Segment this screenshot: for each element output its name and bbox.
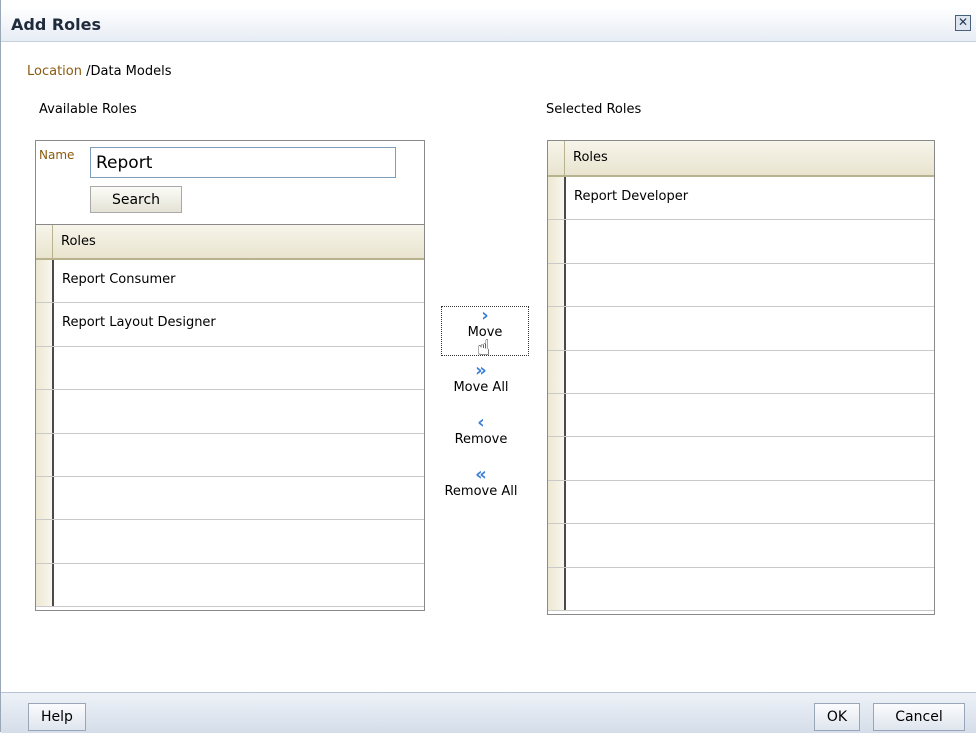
role-name-cell <box>54 520 62 562</box>
role-name-cell <box>54 390 62 432</box>
table-row[interactable] <box>548 393 934 438</box>
row-selector[interactable] <box>548 350 566 393</box>
row-selector[interactable] <box>36 476 54 520</box>
name-label: Name <box>39 148 75 162</box>
roles-column-header[interactable]: Roles <box>53 225 96 258</box>
row-selector[interactable] <box>36 260 54 303</box>
row-selector[interactable] <box>548 220 566 263</box>
move-all-button[interactable]: » Move All <box>433 360 529 396</box>
table-row[interactable]: Report Developer <box>548 177 934 221</box>
table-row[interactable] <box>36 563 424 608</box>
table-row[interactable] <box>36 433 424 477</box>
selected-roles-table: Roles Report Developer <box>548 141 934 611</box>
role-name-cell <box>54 564 62 606</box>
row-selector[interactable] <box>548 524 566 567</box>
role-name-cell <box>566 437 574 479</box>
row-selector[interactable] <box>548 177 566 220</box>
row-selector[interactable] <box>548 263 566 307</box>
row-selector[interactable] <box>36 390 54 433</box>
role-name-cell <box>54 477 62 519</box>
chevron-right-icon: › <box>481 305 489 326</box>
selected-roles-panel: Roles Report Developer <box>547 140 935 615</box>
row-selector[interactable] <box>36 520 54 563</box>
selected-roles-header: Roles <box>548 141 934 177</box>
role-name-cell <box>566 481 574 523</box>
available-roles-header: Roles <box>36 224 424 260</box>
role-name-cell <box>54 434 62 476</box>
dialog-title: Add Roles <box>11 15 102 34</box>
dialog-footer: Help OK Cancel <box>1 692 976 733</box>
table-row[interactable]: Report Layout Designer <box>36 303 424 347</box>
table-row[interactable] <box>36 390 424 434</box>
role-name-cell <box>54 347 62 389</box>
role-name-cell <box>566 307 574 349</box>
role-name-cell <box>566 524 574 566</box>
location-breadcrumb: Location /Data Models <box>27 64 171 79</box>
double-chevron-right-icon: » <box>475 360 487 381</box>
role-name-cell <box>566 351 574 393</box>
table-row[interactable] <box>548 307 934 351</box>
location-label: Location <box>27 64 82 79</box>
available-roles-panel: Name Search Roles Report Consumer Report … <box>35 140 425 611</box>
double-chevron-left-icon: « <box>475 464 487 485</box>
remove-button[interactable]: ‹ Remove <box>433 412 529 448</box>
table-row[interactable] <box>548 350 934 394</box>
remove-label: Remove <box>454 432 508 447</box>
table-row[interactable] <box>548 437 934 481</box>
table-row[interactable] <box>548 524 934 568</box>
remove-all-button[interactable]: « Remove All <box>433 464 529 500</box>
selected-roles-heading: Selected Roles <box>546 102 642 117</box>
roles-column-header[interactable]: Roles <box>565 141 608 175</box>
available-roles-table: Roles Report Consumer Report Layout Desig… <box>36 224 424 608</box>
table-row[interactable] <box>548 480 934 525</box>
row-selector[interactable] <box>36 346 54 390</box>
available-roles-heading: Available Roles <box>39 102 137 117</box>
table-row[interactable] <box>548 567 934 611</box>
add-roles-dialog: Add Roles ✕ Location /Data Models Availa… <box>0 0 976 733</box>
dialog-titlebar: Add Roles ✕ <box>1 7 976 42</box>
location-path: /Data Models <box>86 64 172 79</box>
role-name-cell <box>566 568 574 610</box>
role-name-cell <box>566 264 574 306</box>
search-button[interactable]: Search <box>90 186 182 213</box>
table-row[interactable] <box>36 346 424 391</box>
row-selector[interactable] <box>548 567 566 610</box>
table-row[interactable] <box>36 520 424 564</box>
hand-cursor-icon: ☝ <box>477 336 491 361</box>
ok-button[interactable]: OK <box>814 703 860 731</box>
table-row[interactable]: Report Consumer <box>36 260 424 304</box>
row-selector[interactable] <box>36 563 54 607</box>
row-selector[interactable] <box>36 303 54 346</box>
row-selector[interactable] <box>548 307 566 350</box>
help-button[interactable]: Help <box>28 703 86 731</box>
move-all-label: Move All <box>453 380 509 395</box>
role-name-cell <box>566 394 574 436</box>
table-row[interactable] <box>36 476 424 521</box>
table-row[interactable] <box>548 263 934 308</box>
close-icon[interactable]: ✕ <box>955 15 971 31</box>
role-name-cell <box>566 220 574 262</box>
row-selector[interactable] <box>36 433 54 476</box>
role-name-cell: Report Layout Designer <box>62 315 216 331</box>
role-name-cell: Report Developer <box>574 189 689 204</box>
role-name-cell: Report Consumer <box>62 272 176 287</box>
row-selector[interactable] <box>548 393 566 437</box>
cancel-button[interactable]: Cancel <box>873 703 965 731</box>
row-selector[interactable] <box>548 480 566 524</box>
chevron-left-icon: ‹ <box>477 412 485 433</box>
name-search-input[interactable] <box>90 147 396 178</box>
row-selector[interactable] <box>548 437 566 480</box>
remove-all-label: Remove All <box>444 484 518 499</box>
table-row[interactable] <box>548 220 934 264</box>
